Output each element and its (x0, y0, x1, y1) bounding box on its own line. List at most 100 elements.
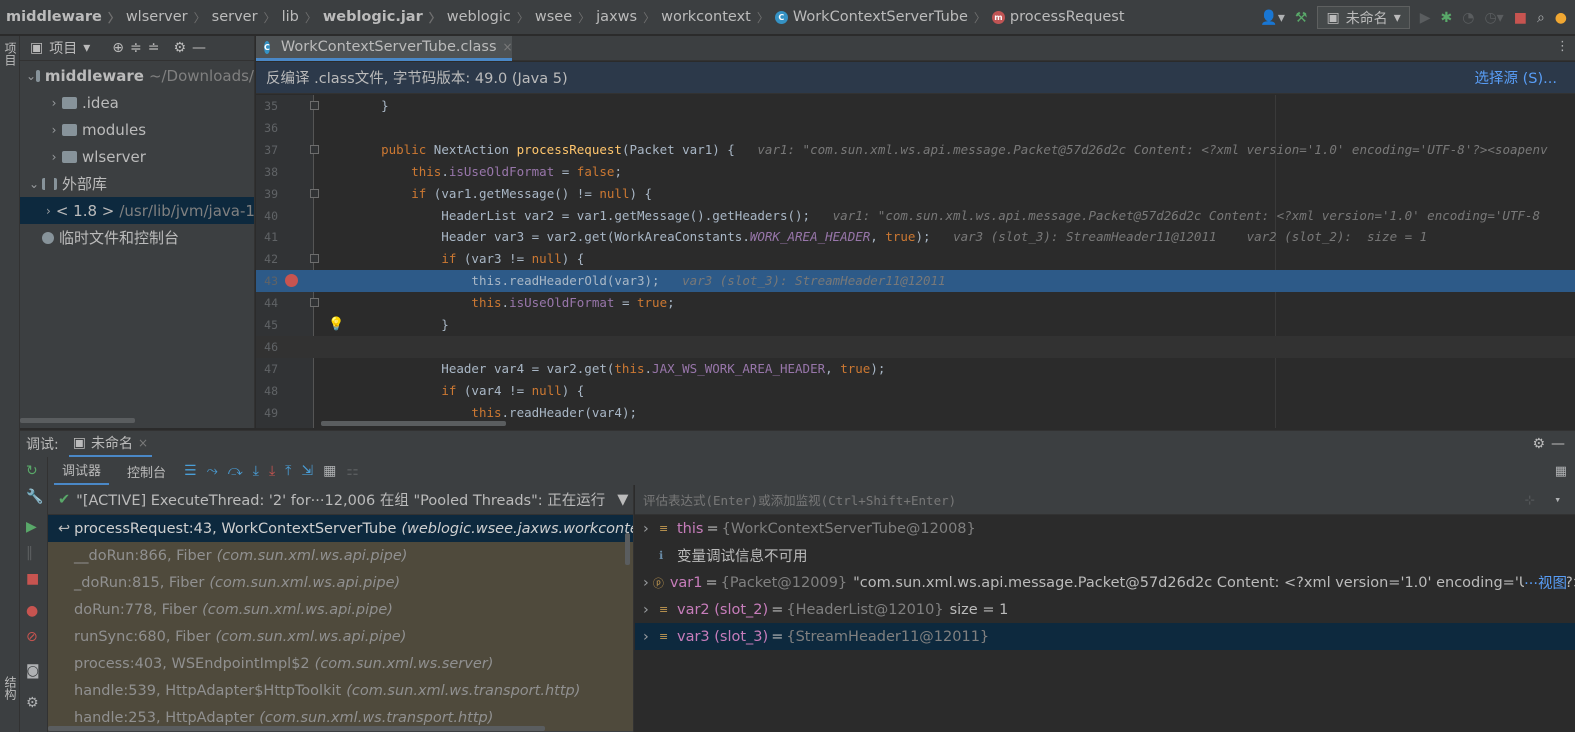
search-icon[interactable]: ⌕ (1537, 10, 1545, 26)
minimize-icon[interactable]: — (1551, 436, 1565, 452)
rerun-icon[interactable]: ↻ (26, 463, 38, 479)
step-out-icon[interactable]: ⤒ (285, 463, 291, 479)
code-line[interactable]: 38 this.isUseOldFormat = false; (256, 161, 1575, 183)
stack-frame[interactable]: doRun:778, Fiber (com.sun.xml.ws.api.pipe… (48, 596, 633, 623)
horizontal-scrollbar[interactable] (20, 418, 135, 423)
run-config-selector[interactable]: ▣ 未命名 ▾ (1317, 6, 1410, 29)
horizontal-scrollbar[interactable] (48, 726, 545, 731)
variable-row[interactable]: › ⓟ var1 = {Packet@12009} "com.sun.xml.ws.api… (635, 569, 1575, 596)
stack-frame[interactable]: process:403, WSEndpointImpl$2 (com.sun.xm… (48, 650, 633, 677)
chevron-right-icon[interactable]: › (643, 602, 655, 618)
breadcrumb-item[interactable]: wlserver 〉 (120, 9, 206, 26)
code-line[interactable]: 41 Header var3 = var2.get(WorkAreaConsta… (256, 226, 1575, 248)
trace-icon[interactable]: ⚏ (346, 463, 359, 479)
breadcrumb-item[interactable]: middleware 〉 (0, 9, 120, 26)
stop-icon[interactable]: ■ (26, 571, 39, 587)
breadcrumb-item[interactable]: weblogic.jar 〉 (317, 9, 441, 26)
view-breakpoints-icon[interactable]: ● (26, 603, 38, 619)
build-hammer-icon[interactable]: ⚒ (1295, 10, 1308, 26)
fold-marker-icon[interactable] (310, 298, 319, 308)
project-tool-button[interactable]: 项目 (2, 42, 19, 66)
choose-sources-link[interactable]: 选择源 (S)... (1475, 67, 1557, 88)
chevron-right-icon[interactable]: › (643, 575, 649, 591)
breadcrumb-item[interactable]: weblogic 〉 (441, 9, 529, 26)
structure-tool-button[interactable]: 结构 (2, 676, 19, 700)
close-icon[interactable]: × (503, 40, 513, 54)
horizontal-scrollbar[interactable] (321, 421, 506, 426)
chevron-right-icon[interactable]: › (46, 123, 62, 137)
chevron-down-icon[interactable]: ⌄ (26, 69, 36, 83)
stack-frame[interactable]: handle:539, HttpAdapter$HttpToolkit (com.… (48, 677, 633, 704)
code-line[interactable]: 40 HeaderList var2 = var1.getMessage().g… (256, 205, 1575, 227)
step-into-icon[interactable]: ⤓ (253, 463, 259, 479)
tree-item[interactable]: › .idea (20, 89, 254, 116)
vertical-scrollbar[interactable] (625, 533, 630, 565)
filter-icon[interactable]: ▼ (617, 492, 628, 508)
layout-icon[interactable]: ▦ (1555, 464, 1567, 479)
chevron-down-icon[interactable]: ▾ (83, 40, 90, 56)
code-line[interactable]: 44 this.isUseOldFormat = true; (256, 292, 1575, 314)
camera-icon[interactable]: ◙ (26, 663, 40, 679)
tab-debugger[interactable]: 调试器 (54, 456, 110, 486)
add-watch-icon[interactable]: ⊹ (1525, 492, 1535, 507)
chevron-right-icon[interactable]: › (46, 150, 62, 164)
editor-tab-active[interactable]: C WorkContextServerTube.class × (256, 36, 513, 61)
code-line[interactable]: 42 if (var3 != null) { (256, 248, 1575, 270)
code-line[interactable]: 37 public NextAction processRequest(Pack… (256, 139, 1575, 161)
gear-icon[interactable]: ⚙ (173, 40, 186, 56)
breadcrumb-item[interactable]: C WorkContextServerTube 〉 (769, 9, 986, 26)
tree-item[interactable]: › < 1.8 > /usr/lib/jvm/java-1 (20, 197, 254, 224)
step-over-icon[interactable]: ⤼ (228, 463, 243, 479)
project-view-selector[interactable]: 项目 (49, 38, 77, 58)
show-execution-point-icon[interactable]: ⤳ (207, 463, 218, 479)
force-step-into-icon[interactable]: ⤓ (269, 463, 275, 479)
expand-all-icon[interactable]: ≑ (130, 40, 142, 56)
tab-console[interactable]: 控制台 (119, 458, 174, 485)
update-icon[interactable]: ● (1555, 10, 1567, 26)
minimize-icon[interactable]: — (192, 40, 206, 56)
chevron-down-icon[interactable]: ⌄ (26, 177, 42, 191)
breadcrumb-item[interactable]: server 〉 (206, 9, 276, 26)
stack-frame[interactable]: runSync:680, Fiber (com.sun.xml.ws.api.pi… (48, 623, 633, 650)
user-icon[interactable]: 👤▾ (1260, 10, 1284, 26)
tree-item[interactable]: › wlserver (20, 143, 254, 170)
pause-icon[interactable]: ‖ (26, 545, 33, 561)
variable-row[interactable]: › ≡ var3 (slot_3) = {StreamHeader11@12011} (635, 623, 1575, 650)
chevron-right-icon[interactable]: › (46, 204, 51, 218)
profile-icon[interactable]: ◷▾ (1484, 10, 1503, 26)
stack-frame[interactable]: ↩ processRequest:43, WorkContextServerTu… (48, 515, 633, 542)
chevron-right-icon[interactable]: › (643, 629, 655, 645)
stack-frame[interactable]: __doRun:866, Fiber (com.sun.xml.ws.api.pi… (48, 542, 633, 569)
locate-icon[interactable]: ⊕ (112, 40, 124, 56)
code-line[interactable]: 39 if (var1.getMessage() != null) { (256, 183, 1575, 205)
code-line[interactable]: 43 this.readHeaderOld(var3); var3 (slot_… (256, 270, 1575, 293)
code-line[interactable]: 36 (256, 117, 1575, 139)
variable-row[interactable]: › ≡ var2 (slot_2) = {HeaderList@12010} size =… (635, 596, 1575, 623)
coverage-icon[interactable]: ◔ (1462, 10, 1474, 26)
code-line[interactable]: 45 💡 } (256, 314, 1575, 336)
lightbulb-icon[interactable]: 💡 (328, 317, 344, 332)
code-editor[interactable]: 35 } 36 37 public NextAction processReques… (256, 95, 1575, 428)
tree-item[interactable]: › modules (20, 116, 254, 143)
close-icon[interactable]: × (138, 436, 148, 450)
code-line[interactable]: 48 if (var4 != null) { (256, 380, 1575, 402)
code-line[interactable]: 47 Header var4 = var2.get(this.JAX_WS_WO… (256, 358, 1575, 380)
settings-wrench-icon[interactable]: 🔧 (26, 489, 43, 505)
view-link[interactable]: ···视图 (1524, 572, 1567, 593)
tree-item[interactable]: ⌄ 外部库 (20, 170, 254, 197)
resume-icon[interactable]: ▶ (26, 519, 37, 535)
chevron-right-icon[interactable]: › (46, 96, 62, 110)
fold-marker-icon[interactable] (310, 144, 319, 154)
chevron-down-icon[interactable]: ▾ (1554, 493, 1561, 506)
collapse-all-icon[interactable]: ≐ (148, 40, 160, 56)
debug-session-tab[interactable]: ▣ 未命名 × (68, 431, 153, 457)
mute-breakpoints-icon[interactable]: ⊘ (26, 629, 38, 645)
fold-marker-icon[interactable] (310, 188, 319, 198)
variable-row[interactable]: ℹ 变量调试信息不可用 (635, 542, 1575, 569)
debug-bug-icon[interactable]: ✱ (1441, 10, 1453, 26)
breadcrumb-item[interactable]: wsee 〉 (529, 9, 590, 26)
stop-icon[interactable]: ■ (1514, 10, 1527, 26)
tree-item[interactable]: 临时文件和控制台 (20, 224, 254, 251)
breadcrumb-item[interactable]: workcontext 〉 (655, 9, 769, 26)
breadcrumb-item[interactable]: jaxws 〉 (590, 9, 655, 26)
